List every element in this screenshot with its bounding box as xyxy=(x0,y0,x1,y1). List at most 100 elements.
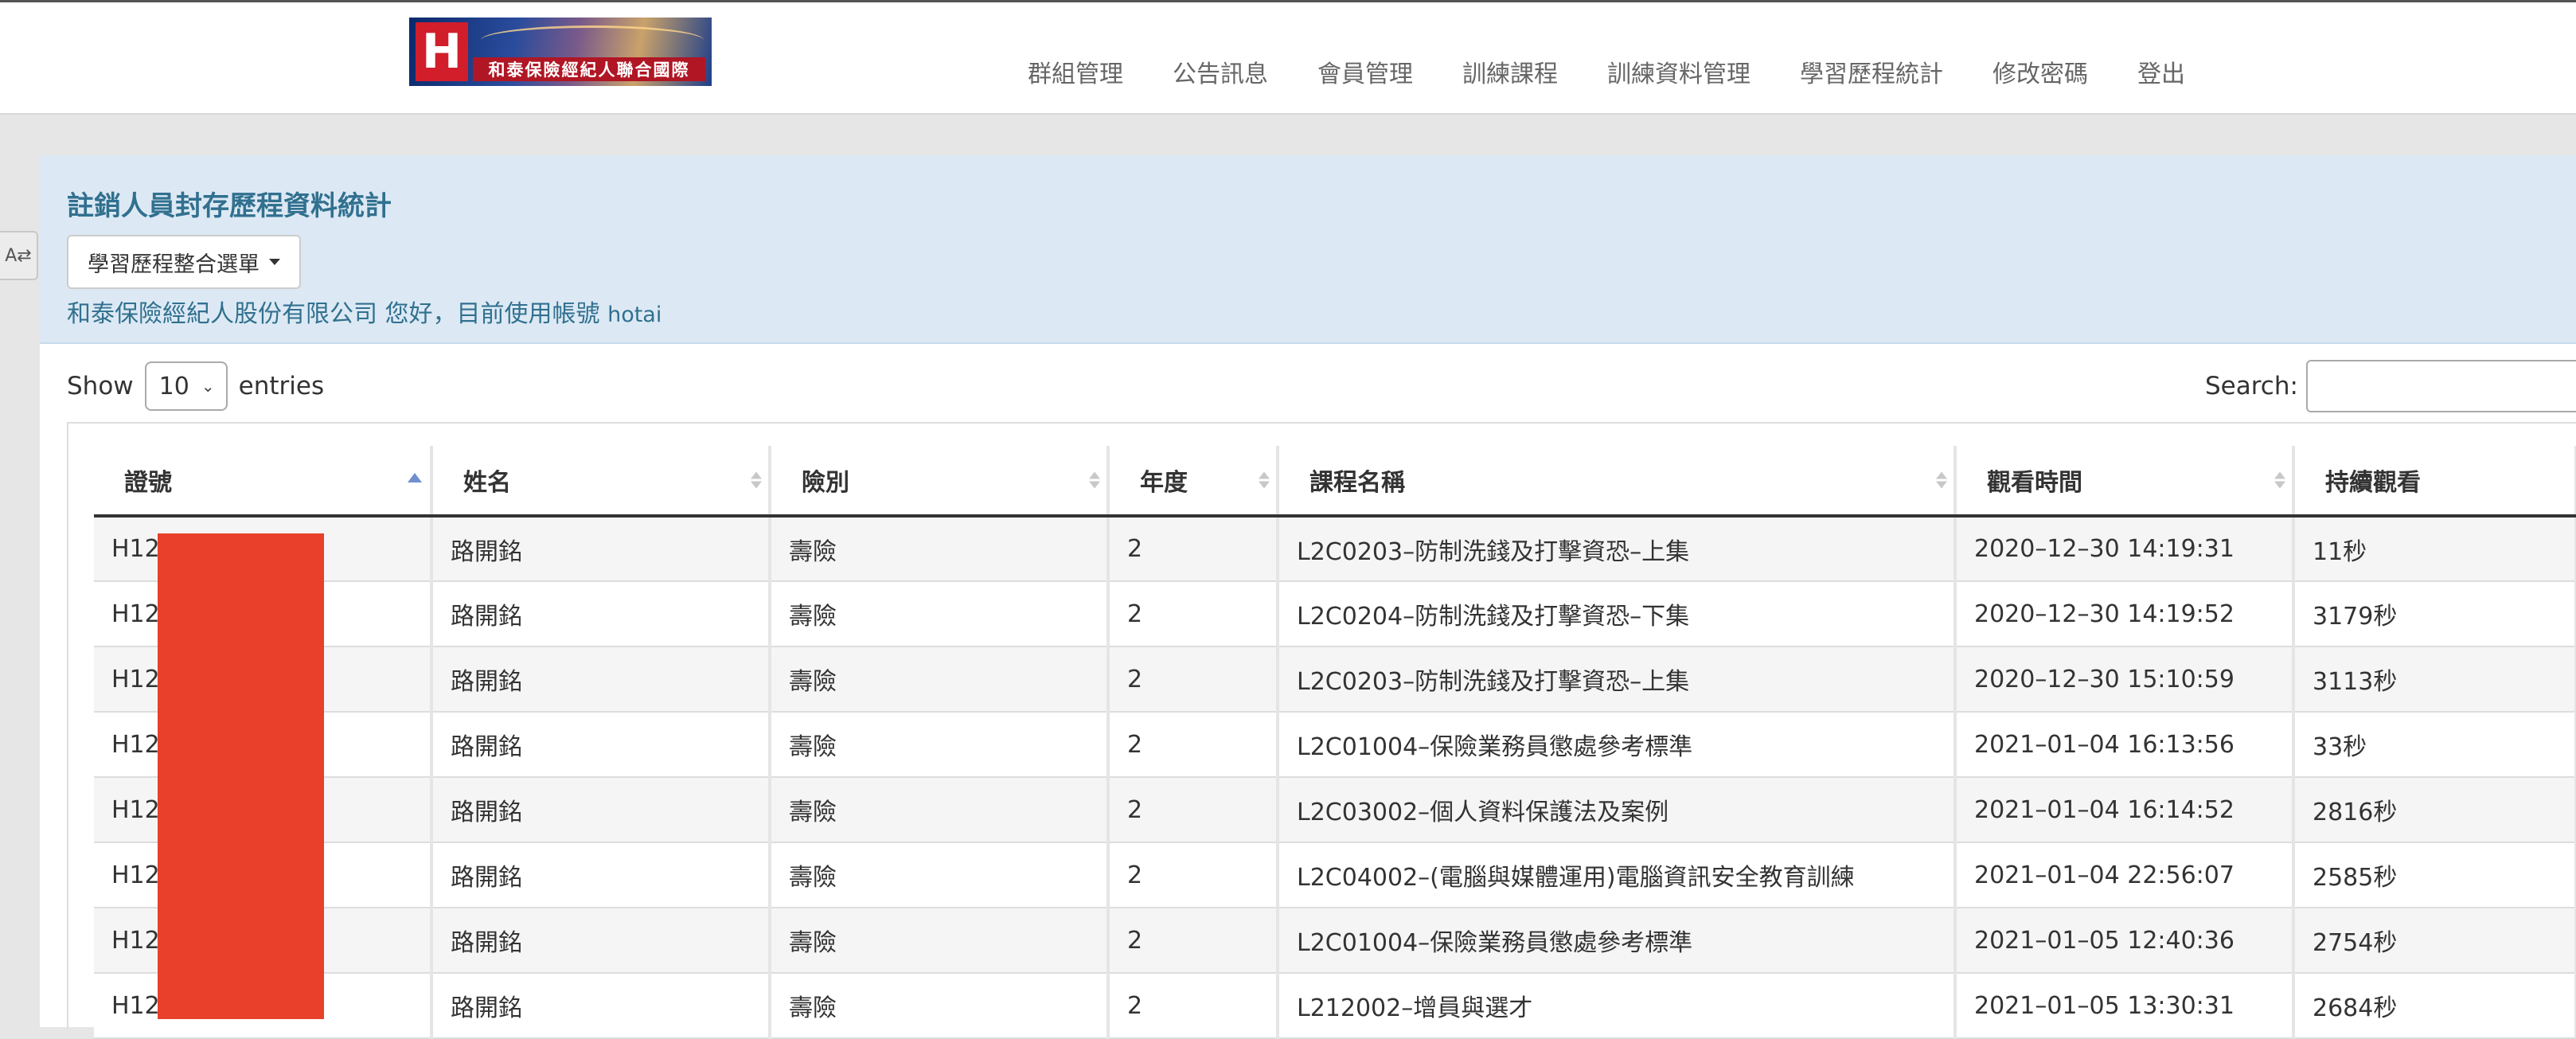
cell-watch-time: 2020–12–30 15:10:59 xyxy=(1955,646,2295,713)
cell-watch-time: 2021–01–05 12:40:36 xyxy=(1955,908,2295,974)
cell-duration: 3179秒 xyxy=(2293,581,2576,647)
cell-insurance-type: 壽險 xyxy=(770,581,1110,647)
account-name: hotai xyxy=(607,303,662,327)
cell-duration: 33秒 xyxy=(2293,712,2576,778)
cell-name: 路開銘 xyxy=(431,581,771,647)
search-control: Search: xyxy=(2205,358,2576,414)
learning-menu-dropdown-button[interactable]: 學習歷程整合選單 xyxy=(67,235,301,289)
cell-watch-time: 2021–01–04 22:56:07 xyxy=(1955,842,2295,908)
column-header-course[interactable]: 課程名稱 xyxy=(1278,446,1957,518)
navbar: H 和泰保險經紀人聯合國際 群組管理 公告訊息 會員管理 訓練課程 訓練資料管理… xyxy=(0,2,2576,115)
cell-name: 路開銘 xyxy=(431,646,771,713)
cell-insurance-type: 壽險 xyxy=(770,973,1110,1039)
sort-icon xyxy=(751,471,762,489)
entries-select[interactable]: 10 ⌄ xyxy=(144,361,228,411)
cell-year: 2 xyxy=(1108,842,1279,908)
redaction-block xyxy=(158,533,324,1019)
table-row: H12 路開銘 壽險 2 L2C0203–防制洗錢及打擊資恐–上集 2020–12–30 … xyxy=(94,646,2576,713)
table-row: H12 路開銘 壽險 2 L2C04002–(電腦與媒體運用)電腦資訊安全教育訓練 202… xyxy=(94,842,2576,908)
sort-ascending-icon xyxy=(408,473,422,482)
cell-name: 路開銘 xyxy=(431,777,771,843)
cell-course: L2C0204–防制洗錢及打擊資恐–下集 xyxy=(1278,581,1957,647)
table-header-row: 證號 姓名 險別 年度 課程名稱 觀看時間 持續觀看 xyxy=(94,446,2576,518)
cell-insurance-type: 壽險 xyxy=(770,646,1110,713)
cell-year: 2 xyxy=(1108,516,1279,582)
column-header-id[interactable]: 證號 xyxy=(94,446,433,518)
nav-item-logout[interactable]: 登出 xyxy=(2113,52,2210,98)
page-title: 註銷人員封存歷程資料統計 xyxy=(67,190,392,222)
column-header-insurance-type[interactable]: 險別 xyxy=(770,446,1110,518)
cell-year: 2 xyxy=(1108,777,1279,843)
cell-name: 路開銘 xyxy=(431,842,771,908)
logo-letter: H xyxy=(416,22,468,81)
translate-toggle-tab[interactable]: A⇄ xyxy=(0,231,38,280)
table-row: H12 路開銘 壽險 2 L2C0204–防制洗錢及打擊資恐–下集 2020–12–30 … xyxy=(94,581,2576,647)
entries-select-value: 10 xyxy=(158,372,189,400)
cell-course: L2C03002–個人資料保護法及案例 xyxy=(1278,777,1957,843)
cell-name: 路開銘 xyxy=(431,973,771,1039)
cell-insurance-type: 壽險 xyxy=(770,777,1110,843)
cell-duration: 3113秒 xyxy=(2293,646,2576,713)
table-row: H12 路開銘 壽險 2 L2C03002–個人資料保護法及案例 2021–01–04 1… xyxy=(94,777,2576,843)
table-row: H12 路開銘 壽險 2 L2C01004–保險業務員懲處參考標準 2021–01–04 … xyxy=(94,712,2576,778)
company-logo[interactable]: H 和泰保險經紀人聯合國際 xyxy=(409,18,712,86)
nav-item-courses[interactable]: 訓練課程 xyxy=(1438,52,1583,98)
cell-course: L212002–增員與選才 xyxy=(1278,973,1957,1039)
cell-course: L2C01004–保險業務員懲處參考標準 xyxy=(1278,908,1957,974)
nav-item-announcements[interactable]: 公告訊息 xyxy=(1148,52,1293,98)
sort-icon xyxy=(1936,471,1947,489)
logo-text: 和泰保險經紀人聯合國際 xyxy=(473,57,705,81)
nav-item-groups[interactable]: 群組管理 xyxy=(1003,52,1148,98)
cell-duration: 2816秒 xyxy=(2293,777,2576,843)
cell-name: 路開銘 xyxy=(431,712,771,778)
column-header-name[interactable]: 姓名 xyxy=(431,446,771,518)
table-row: H12 路開銘 壽險 2 L212002–增員與選才 2021–01–05 13:30:3… xyxy=(94,973,2576,1039)
nav-item-training-data[interactable]: 訓練資料管理 xyxy=(1583,52,1775,98)
cell-year: 2 xyxy=(1108,581,1279,647)
page-header: 註銷人員封存歷程資料統計 學習歷程整合選單 和泰保險經紀人股份有限公司 您好，目… xyxy=(40,155,2576,344)
cell-duration: 2754秒 xyxy=(2293,908,2576,974)
table-row: H12 路開銘 壽險 2 L2C01004–保險業務員懲處參考標準 2021–01–05 … xyxy=(94,908,2576,974)
nav-item-change-password[interactable]: 修改密碼 xyxy=(1968,52,2113,98)
cell-watch-time: 2021–01–04 16:13:56 xyxy=(1955,712,2295,778)
content-card: 註銷人員封存歷程資料統計 學習歷程整合選單 和泰保險經紀人股份有限公司 您好，目… xyxy=(40,155,2576,1039)
cell-course: L2C0203–防制洗錢及打擊資恐–上集 xyxy=(1278,516,1957,582)
caret-down-icon xyxy=(269,259,280,265)
welcome-text: 和泰保險經紀人股份有限公司 您好，目前使用帳號 xyxy=(67,300,600,328)
table-row: H12 路開銘 壽險 2 L2C0203–防制洗錢及打擊資恐–上集 2020–12–30 … xyxy=(94,516,2576,582)
cell-course: L2C01004–保險業務員懲處參考標準 xyxy=(1278,712,1957,778)
search-input[interactable] xyxy=(2305,360,2576,412)
column-header-duration[interactable]: 持續觀看 xyxy=(2293,446,2576,518)
cell-year: 2 xyxy=(1108,973,1279,1039)
search-label: Search: xyxy=(2205,372,2298,400)
cell-watch-time: 2020–12–30 14:19:31 xyxy=(1955,516,2295,582)
sort-icon xyxy=(1089,471,1100,489)
cell-insurance-type: 壽險 xyxy=(770,516,1110,582)
cell-name: 路開銘 xyxy=(431,516,771,582)
cell-duration: 11秒 xyxy=(2293,516,2576,582)
show-label: Show xyxy=(67,372,134,400)
cell-course: L2C04002–(電腦與媒體運用)電腦資訊安全教育訓練 xyxy=(1278,842,1957,908)
cell-year: 2 xyxy=(1108,908,1279,974)
logo-swoosh xyxy=(481,25,704,55)
entries-length-control: Show 10 ⌄ entries xyxy=(67,358,324,414)
nav-item-learning-stats[interactable]: 學習歷程統計 xyxy=(1775,52,1968,98)
cell-course: L2C0203–防制洗錢及打擊資恐–上集 xyxy=(1278,646,1957,713)
entries-label: entries xyxy=(238,372,325,400)
records-table: 證號 姓名 險別 年度 課程名稱 觀看時間 持續觀看 H12 路開銘 壽險 2 L2C0… xyxy=(94,446,2576,1039)
cell-duration: 2585秒 xyxy=(2293,842,2576,908)
nav-item-members[interactable]: 會員管理 xyxy=(1293,52,1438,98)
cell-duration: 2684秒 xyxy=(2293,973,2576,1039)
column-header-watch-time[interactable]: 觀看時間 xyxy=(1955,446,2295,518)
cell-year: 2 xyxy=(1108,646,1279,713)
table-body: H12 路開銘 壽險 2 L2C0203–防制洗錢及打擊資恐–上集 2020–12–30 … xyxy=(94,516,2576,1039)
sort-icon xyxy=(2274,471,2285,489)
sort-icon xyxy=(1259,471,1270,489)
table-container: 證號 姓名 險別 年度 課程名稱 觀看時間 持續觀看 H12 路開銘 壽險 2 L2C0… xyxy=(67,422,2576,1039)
menu-button-label: 學習歷程整合選單 xyxy=(88,252,260,277)
cell-watch-time: 2021–01–04 16:14:52 xyxy=(1955,777,2295,843)
column-header-year[interactable]: 年度 xyxy=(1108,446,1279,518)
welcome-message: 和泰保險經紀人股份有限公司 您好，目前使用帳號 hotai xyxy=(67,294,662,329)
chevron-down-icon: ⌄ xyxy=(201,377,215,396)
cell-name: 路開銘 xyxy=(431,908,771,974)
